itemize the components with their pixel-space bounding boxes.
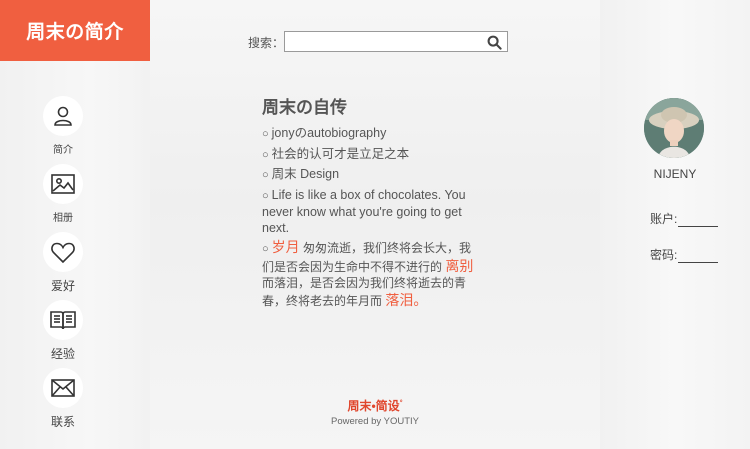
nav-label-album: 相册 [53,213,73,224]
bullet: ○ [262,128,269,140]
bio-item-text: 周末 Design [271,167,340,181]
account-field[interactable]: 账户: [650,210,719,227]
highlight-text: 落泪。 [385,291,428,308]
book-icon [43,300,83,340]
footer-logo: 周末•简设° [150,397,600,414]
nav-label-experience: 经验 [50,347,75,361]
bio-item-text: Life is like a box of chocolates. You ne… [262,187,466,235]
nav-item-album[interactable]: 相册 [0,164,126,224]
search-box [284,31,508,52]
password-blank[interactable] [678,251,719,263]
account-label: 账户: [650,212,678,226]
bullet: ○ [262,169,269,181]
footer-credit: Powered by YOUTIY [330,416,419,427]
footer-logo-text: 周末•简设 [347,399,400,413]
left-sidebar: 周末の简介 简介 相册 爱好 经验 联系 [0,0,150,449]
bio-list: ○ jonyのautobiography ○ 社会的认可才是立足之本 ○ 周末 Des… [262,125,482,313]
nav-label-profile: 简介 [53,145,73,156]
search-input[interactable] [285,32,489,51]
list-item: ○ 社会的认可才是立足之本 [262,146,482,163]
nav-item-profile[interactable]: 简介 [0,96,126,156]
nav-label-hobby: 爱好 [50,279,75,293]
highlight-text: 离别 [445,257,474,274]
mail-icon [43,368,83,408]
password-field[interactable]: 密码: [650,246,719,263]
main-content: 搜索： 周末の自传 ○ jonyのautobiography ○ 社会的认可才是立足… [150,0,600,449]
poem-text: 而落泪，是否会因为我们终将逝去的青春，终将老去的年月而 [262,276,467,308]
bio-title: 周末の自传 [262,98,347,117]
list-item: ○ jonyのautobiography [262,125,482,142]
footer-logo-mark: ° [399,400,403,407]
nav-item-contact[interactable]: 联系 [0,368,126,430]
image-icon [43,164,83,204]
nav-item-hobby[interactable]: 爱好 [0,232,126,294]
nav-label-contact: 联系 [50,415,75,429]
right-sidebar: NIJENY 账户: 密码: [600,0,750,449]
avatar[interactable] [644,98,704,158]
user-name: NIJENY [653,167,697,181]
list-item: ○ 周末 Design [262,166,482,183]
bio-item-text: 社会的认可才是立足之本 [271,146,410,161]
user-icon [43,96,83,136]
bio-poem: ○ 岁月 匆匆流逝，我们终将会长大，我们是否会因为生命中不得不进行的 离别 而落泪… [262,239,482,309]
brand-title[interactable]: 周末の简介 [0,0,150,61]
nav-item-experience[interactable]: 经验 [0,300,126,362]
bullet: ○ [262,243,269,255]
heart-icon [43,232,83,272]
bullet: ○ [262,148,269,161]
search-label: 搜索： [248,36,285,50]
list-item: ○ Life is like a box of chocolates. You n… [262,187,482,236]
search-icon[interactable] [485,33,503,51]
password-label: 密码: [650,248,678,262]
highlight-text: 岁月 [271,239,300,255]
bullet: ○ [262,189,269,202]
bio-item-text: jonyのautobiography [271,126,387,140]
account-blank[interactable] [678,215,719,227]
